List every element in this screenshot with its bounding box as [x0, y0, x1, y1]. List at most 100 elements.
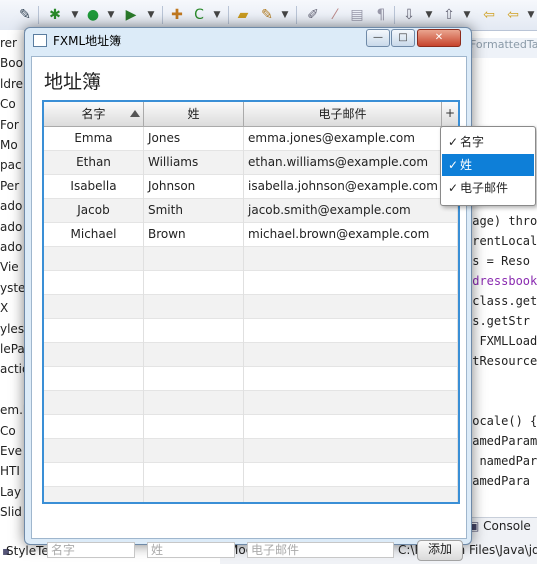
prev-annotation-icon[interactable]: ⇧: [440, 6, 458, 24]
chevron-down-icon[interactable]: ▼: [208, 6, 226, 24]
close-button[interactable]: ✕: [417, 29, 461, 47]
maximize-button[interactable]: □: [391, 29, 415, 47]
cell-last-name[interactable]: Jones: [144, 127, 244, 151]
explorer-item[interactable]: Vie: [0, 260, 24, 282]
cell-first-name[interactable]: [44, 295, 144, 319]
table-row[interactable]: Michael Brown michael.brown@example.com: [44, 223, 458, 247]
explorer-item[interactable]: [0, 383, 24, 405]
cell-email[interactable]: [244, 391, 458, 415]
cell-email[interactable]: [244, 367, 458, 391]
table-row[interactable]: Jacob Smith jacob.smith@example.com: [44, 199, 458, 223]
cell-first-name[interactable]: [44, 343, 144, 367]
explorer-item[interactable]: pac: [0, 158, 24, 180]
cell-email[interactable]: jacob.smith@example.com: [244, 199, 458, 223]
cell-first-name[interactable]: [44, 271, 144, 295]
column-header-email[interactable]: 电子邮件: [244, 102, 442, 126]
explorer-item[interactable]: ado: [0, 220, 24, 242]
explorer-item[interactable]: ado: [0, 199, 24, 221]
cell-last-name[interactable]: [144, 439, 244, 463]
table-row[interactable]: [44, 295, 458, 319]
cell-email[interactable]: [244, 487, 458, 502]
first-name-input[interactable]: [47, 542, 135, 558]
back-arrow-icon[interactable]: ⇦: [480, 6, 498, 24]
explorer-item[interactable]: Lay: [0, 485, 24, 507]
column-header-first-name[interactable]: 名字: [44, 102, 144, 126]
table-row[interactable]: [44, 415, 458, 439]
show-whitespace-icon[interactable]: ¶: [372, 6, 390, 24]
explorer-item[interactable]: Slid: [0, 505, 24, 527]
add-button[interactable]: 添加: [417, 540, 463, 561]
cell-first-name[interactable]: [44, 463, 144, 487]
cell-last-name[interactable]: [144, 319, 244, 343]
chevron-down-icon[interactable]: ▼: [458, 6, 476, 24]
chevron-down-icon[interactable]: ▼: [522, 6, 537, 24]
table-row[interactable]: [44, 391, 458, 415]
table-row[interactable]: [44, 271, 458, 295]
address-table[interactable]: 名字 姓 电子邮件 + Emma Jones emma.jones@example.…: [42, 100, 460, 504]
explorer-item[interactable]: Boo: [0, 56, 24, 78]
explorer-item[interactable]: Mo: [0, 138, 24, 160]
chevron-down-icon[interactable]: ▼: [102, 6, 120, 24]
table-row[interactable]: [44, 319, 458, 343]
cell-email[interactable]: [244, 319, 458, 343]
table-row[interactable]: Ethan Williams ethan.williams@example.com: [44, 151, 458, 175]
explorer-item[interactable]: Co: [0, 97, 24, 119]
chevron-down-icon[interactable]: ▼: [276, 6, 294, 24]
cell-first-name[interactable]: Jacob: [44, 199, 144, 223]
explorer-item[interactable]: yste: [0, 281, 24, 303]
cell-last-name[interactable]: [144, 415, 244, 439]
cell-last-name[interactable]: [144, 463, 244, 487]
chevron-down-icon[interactable]: ▼: [142, 6, 160, 24]
cell-last-name[interactable]: [144, 295, 244, 319]
column-header-last-name[interactable]: 姓: [144, 102, 244, 126]
console-tab[interactable]: ▣ Console: [468, 519, 537, 539]
explorer-item[interactable]: HTI: [0, 464, 24, 486]
table-row[interactable]: [44, 343, 458, 367]
new-package-icon[interactable]: ✚: [168, 6, 186, 24]
explorer-item[interactable]: ado: [0, 240, 24, 262]
editor-tab-formattedtable[interactable]: FormattedTa: [470, 38, 537, 58]
cell-email[interactable]: isabella.johnson@example.com: [244, 175, 458, 199]
minimize-button[interactable]: —: [366, 29, 390, 47]
cell-last-name[interactable]: [144, 247, 244, 271]
search-tool-icon[interactable]: ✎: [258, 6, 276, 24]
highlight-icon[interactable]: ⁄: [326, 6, 344, 24]
column-menu-item[interactable]: ✓ 姓: [442, 154, 534, 176]
cell-last-name[interactable]: [144, 343, 244, 367]
last-name-input[interactable]: [147, 542, 235, 558]
column-menu-button[interactable]: +: [442, 102, 458, 126]
explorer-item[interactable]: Eve: [0, 444, 24, 466]
table-row[interactable]: [44, 487, 458, 502]
cell-email[interactable]: [244, 415, 458, 439]
cell-last-name[interactable]: [144, 487, 244, 502]
cell-last-name[interactable]: [144, 271, 244, 295]
cell-first-name[interactable]: [44, 415, 144, 439]
cell-last-name[interactable]: [144, 391, 244, 415]
cell-email[interactable]: [244, 271, 458, 295]
cell-last-name[interactable]: Johnson: [144, 175, 244, 199]
cell-first-name[interactable]: [44, 391, 144, 415]
explorer-item[interactable]: X: [0, 301, 24, 323]
cell-email[interactable]: emma.jones@example.com: [244, 127, 458, 151]
explorer-item[interactable]: actio: [0, 362, 24, 384]
cell-first-name[interactable]: [44, 247, 144, 271]
column-menu-item[interactable]: ✓ 名字: [442, 131, 534, 153]
table-row[interactable]: [44, 367, 458, 391]
block-select-icon[interactable]: ▤: [348, 6, 366, 24]
cell-email[interactable]: [244, 343, 458, 367]
explorer-item[interactable]: em.ha: [0, 403, 24, 425]
run-icon[interactable]: ●: [84, 6, 102, 24]
column-menu-item[interactable]: ✓ 电子邮件: [442, 177, 534, 199]
explorer-item[interactable]: Per: [0, 179, 24, 201]
table-row[interactable]: Isabella Johnson isabella.johnson@example.…: [44, 175, 458, 199]
cell-email[interactable]: [244, 295, 458, 319]
cell-first-name[interactable]: [44, 319, 144, 343]
explorer-item[interactable]: lePa: [0, 342, 24, 364]
cell-first-name[interactable]: Emma: [44, 127, 144, 151]
cell-last-name[interactable]: Brown: [144, 223, 244, 247]
chevron-down-icon[interactable]: ▼: [66, 6, 84, 24]
annotation-icon[interactable]: ✐: [304, 6, 322, 24]
next-annotation-icon[interactable]: ⇩: [400, 6, 418, 24]
cell-email[interactable]: [244, 439, 458, 463]
cell-last-name[interactable]: Williams: [144, 151, 244, 175]
